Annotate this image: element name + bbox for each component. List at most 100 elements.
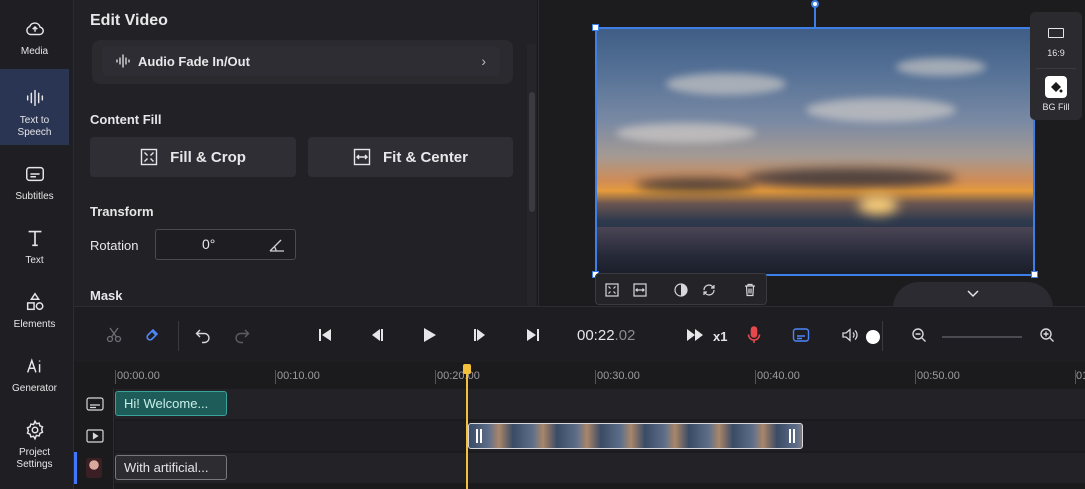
zoom-out-icon[interactable] xyxy=(909,325,929,345)
adjust-color-icon[interactable] xyxy=(673,282,689,298)
ruler-label: 00:10.00 xyxy=(277,370,320,382)
timecode-main: 00:22 xyxy=(577,327,615,344)
trash-icon[interactable] xyxy=(742,282,758,298)
ai-generator-icon xyxy=(26,358,40,373)
play-icon[interactable] xyxy=(419,325,439,345)
clip-trim-handle-left[interactable] xyxy=(480,429,482,443)
playback-speed[interactable]: x1 xyxy=(713,329,727,344)
resize-handle-bottom-right[interactable] xyxy=(1031,271,1038,278)
ruler-tick xyxy=(115,370,116,384)
fill-crop-icon xyxy=(140,148,158,166)
rotate-handle[interactable] xyxy=(811,0,819,8)
previous-frame-icon[interactable] xyxy=(367,325,387,345)
clip-trim-handle-right[interactable] xyxy=(793,429,795,443)
subtitles-icon xyxy=(25,166,44,182)
content-fill-heading: Content Fill xyxy=(90,112,162,127)
mask-heading: Mask xyxy=(90,288,123,303)
nav-label-generator: Generator xyxy=(11,383,58,394)
skip-to-end-icon[interactable] xyxy=(523,325,543,345)
subtitle-clip[interactable]: Hi! Welcome... xyxy=(115,391,227,416)
playhead[interactable] xyxy=(466,366,468,489)
volume-icon[interactable] xyxy=(840,325,860,345)
aspect-ratio-icon[interactable] xyxy=(1048,28,1064,38)
fill-crop-icon[interactable] xyxy=(604,282,620,298)
collapse-preview-tab[interactable] xyxy=(893,282,1053,308)
ruler-tick xyxy=(595,370,596,384)
ruler-tick xyxy=(755,370,756,384)
nav-item-media[interactable]: Media xyxy=(0,0,69,76)
gear-icon xyxy=(26,419,43,441)
timecode: 00:22.02 xyxy=(577,327,635,344)
captions-toggle-icon[interactable] xyxy=(791,325,811,345)
text-t-icon xyxy=(28,230,41,247)
nav-item-text-to-speech[interactable]: Text to Speech xyxy=(0,69,69,145)
rotation-input[interactable]: 0° xyxy=(155,229,296,260)
fill-crop-button[interactable]: Fill & Crop xyxy=(90,137,296,177)
nav-label-text: Text xyxy=(25,255,44,266)
voice-lane[interactable] xyxy=(115,453,1085,483)
clip-trim-handle-left[interactable] xyxy=(476,429,478,443)
bg-fill-label[interactable]: BG Fill xyxy=(1030,102,1082,112)
toolbar-divider xyxy=(178,321,179,351)
ruler-tick xyxy=(435,370,436,384)
ruler-label: 01 xyxy=(1076,370,1085,382)
rotate-handle-line xyxy=(814,5,816,27)
redo-icon[interactable] xyxy=(232,325,252,345)
microphone-icon[interactable] xyxy=(744,325,764,345)
skip-to-start-icon[interactable] xyxy=(315,325,335,345)
zoom-in-icon[interactable] xyxy=(1037,325,1057,345)
fit-center-icon xyxy=(353,148,371,166)
left-nav: Media Text to Speech Subtitles Text Elem… xyxy=(0,0,74,489)
fit-center-button[interactable]: Fit & Center xyxy=(308,137,513,177)
fill-crop-label: Fill & Crop xyxy=(170,148,246,166)
sound-wave-icon xyxy=(26,89,43,107)
magnet-snap-icon[interactable] xyxy=(143,325,163,345)
subtitle-track-icon xyxy=(86,397,104,411)
timecode-ms: .02 xyxy=(614,327,636,344)
edit-video-panel: Edit Video Audio Fade In/Out › Content F… xyxy=(74,0,537,306)
canvas-options-panel: 16:9 BG Fill xyxy=(1030,12,1082,120)
audio-fade-row[interactable]: Audio Fade In/Out › xyxy=(102,46,500,76)
panel-title: Edit Video xyxy=(90,12,168,29)
playhead-handle[interactable] xyxy=(463,364,471,374)
cloud-upload-icon xyxy=(25,22,44,36)
video-clip[interactable] xyxy=(468,423,803,449)
resize-handle-top-left[interactable] xyxy=(592,24,599,31)
angle-icon xyxy=(269,239,284,252)
next-frame-icon[interactable] xyxy=(470,325,490,345)
replace-icon[interactable] xyxy=(701,282,717,298)
ruler-label: 00:20.00 xyxy=(437,370,480,382)
video-track-icon xyxy=(86,429,104,443)
ruler-label: 00:00.00 xyxy=(117,370,160,382)
chevron-down-icon xyxy=(967,290,979,298)
undo-icon[interactable] xyxy=(193,325,213,345)
video-selection-box[interactable] xyxy=(595,27,1035,276)
split-scissors-icon[interactable] xyxy=(104,325,124,345)
rotation-label: Rotation xyxy=(90,238,139,253)
voice-avatar xyxy=(86,458,102,478)
nav-item-project-settings[interactable]: Project Settings xyxy=(0,401,69,477)
ruler-label: 00:40.00 xyxy=(757,370,800,382)
nav-label-elements: Elements xyxy=(13,319,56,330)
zoom-slider-knob[interactable] xyxy=(865,330,880,344)
active-lane-indicator xyxy=(74,452,77,484)
panel-scrollbar-thumb[interactable] xyxy=(529,92,535,212)
fast-forward-icon[interactable] xyxy=(685,325,705,345)
ruler-tick xyxy=(915,370,916,384)
chevron-right-icon: › xyxy=(481,53,486,69)
nav-label-subtitles: Subtitles xyxy=(15,191,54,202)
toolbar-divider xyxy=(882,321,883,351)
text-to-speech-clip[interactable]: With artificial... xyxy=(115,455,227,480)
zoom-slider-track[interactable] xyxy=(942,336,1022,338)
shapes-icon xyxy=(26,292,44,311)
ruler-label: 00:50.00 xyxy=(917,370,960,382)
clip-trim-handle-right[interactable] xyxy=(789,429,791,443)
subtitle-lane[interactable] xyxy=(115,389,1085,419)
bg-fill-icon[interactable] xyxy=(1045,76,1067,98)
fit-center-icon[interactable] xyxy=(632,282,648,298)
transform-heading: Transform xyxy=(90,204,154,219)
fit-center-label: Fit & Center xyxy=(382,148,468,166)
ruler-tick xyxy=(275,370,276,384)
aspect-ratio-label[interactable]: 16:9 xyxy=(1030,48,1082,58)
nav-label-project-settings: Project Settings xyxy=(16,447,53,470)
